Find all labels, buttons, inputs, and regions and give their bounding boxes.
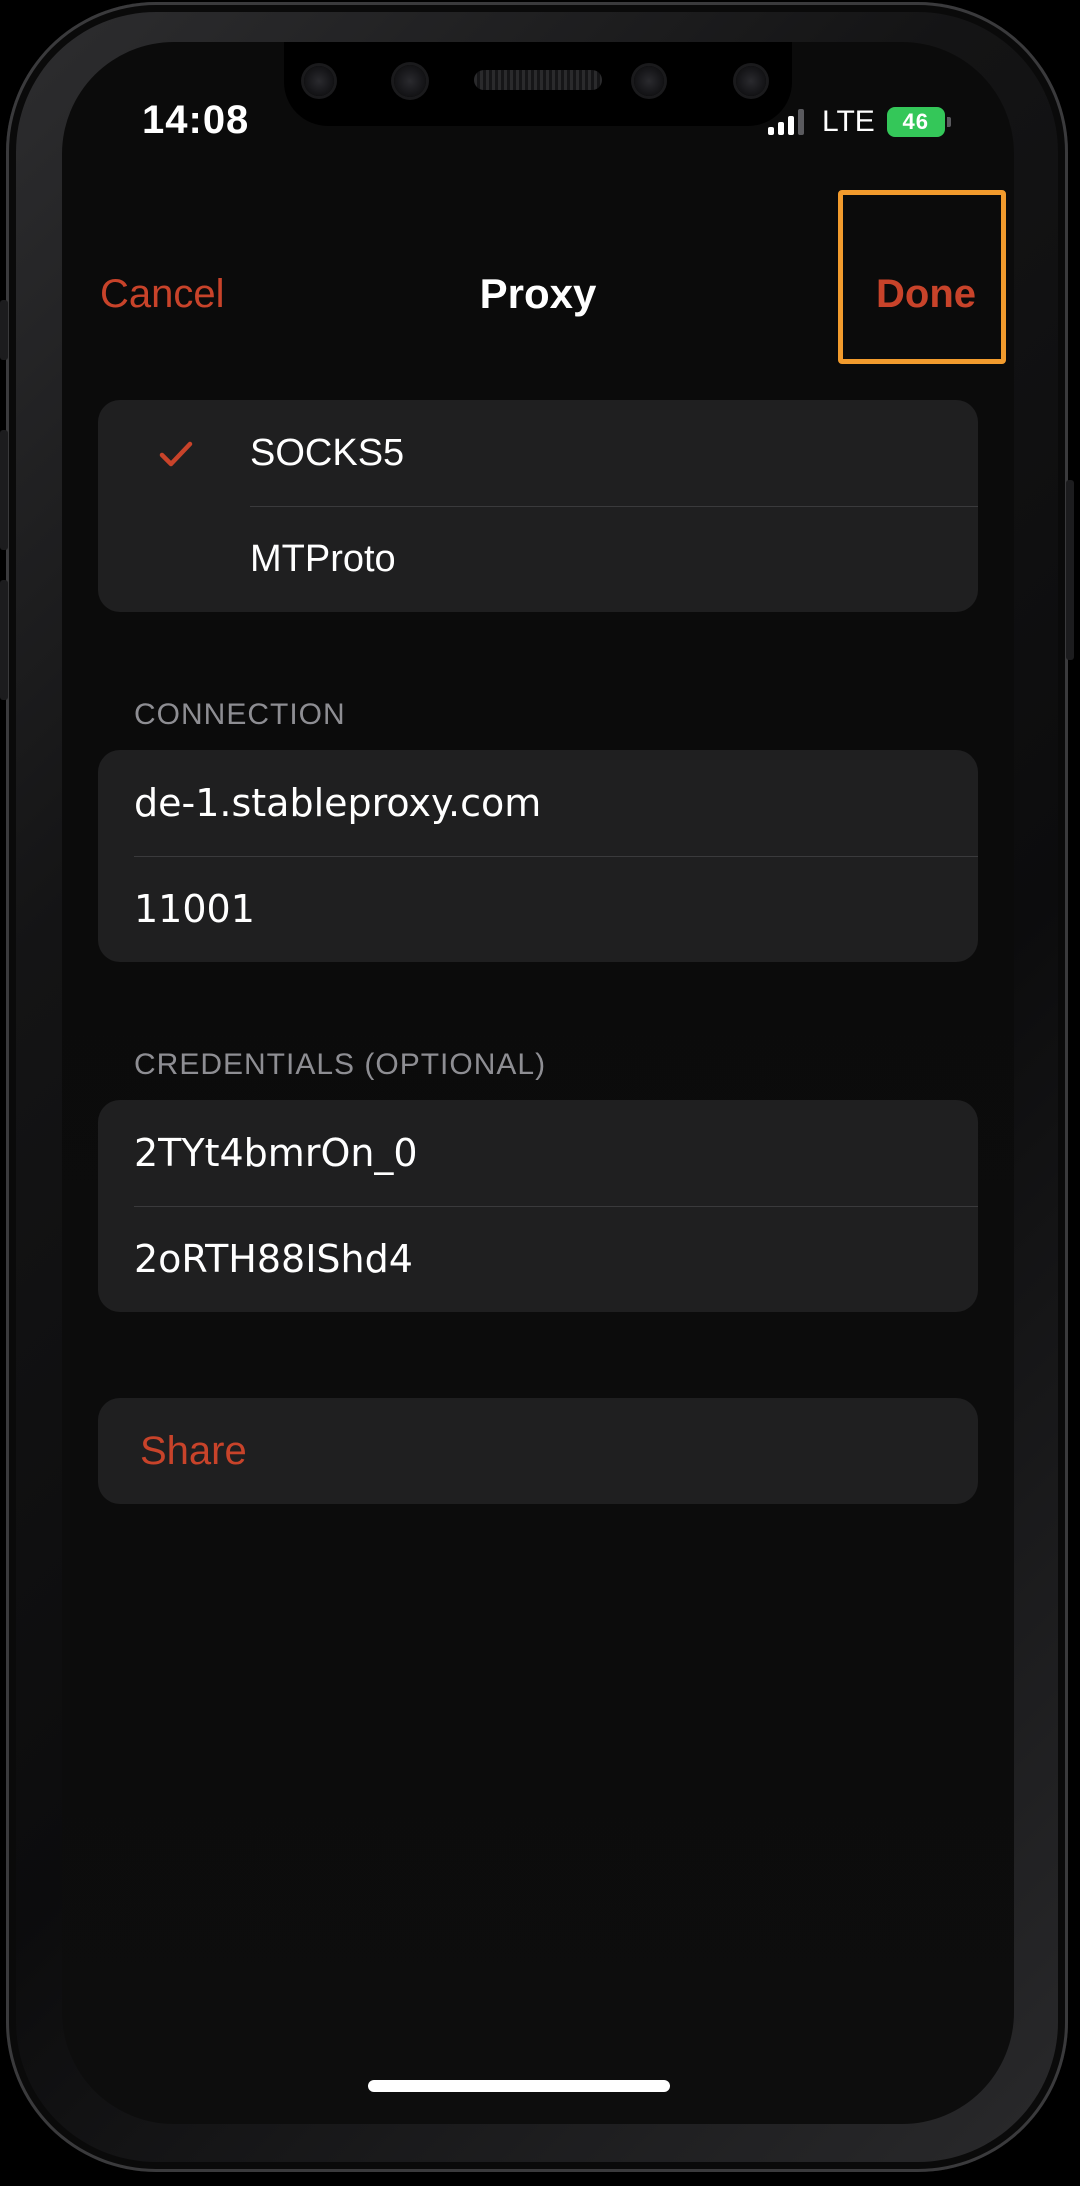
screen: 14:08 LTE 46 Cancel Proxy Done SOCKS5 MT… [62, 42, 1014, 2124]
proxy-type-socks5[interactable]: SOCKS5 [98, 400, 978, 506]
share-button[interactable]: Share [98, 1398, 978, 1504]
network-type: LTE [822, 105, 875, 138]
volume-up-button [0, 430, 8, 550]
battery-level: 46 [902, 109, 930, 134]
checkmark-icon [159, 441, 193, 467]
proxy-type-label: SOCKS5 [250, 431, 405, 474]
signal-strength-icon [768, 109, 804, 135]
port-field[interactable]: 11001 [98, 856, 978, 962]
sensor-dot [394, 65, 426, 97]
done-button[interactable]: Done [876, 272, 976, 317]
proxy-type-mtproto[interactable]: MTProto [98, 506, 978, 612]
server-value: de-1.stableproxy.com [134, 781, 542, 825]
battery-icon: 46 [886, 107, 951, 137]
connection-group: de-1.stableproxy.com 11001 [98, 750, 978, 962]
port-value: 11001 [134, 887, 255, 931]
proxy-type-list: SOCKS5 MTProto [98, 400, 978, 612]
credentials-section-header: CREDENTIALS (OPTIONAL) [134, 1048, 547, 1081]
home-indicator[interactable] [368, 2080, 670, 2092]
credentials-group: 2TYt4bmrOn_0 2oRTH88IShd4 [98, 1100, 978, 1312]
sensor-dot [736, 66, 766, 96]
device-stage: 14:08 LTE 46 Cancel Proxy Done SOCKS5 MT… [0, 0, 1080, 2186]
notch [284, 42, 792, 126]
status-time: 14:08 [142, 98, 250, 142]
earpiece-speaker [474, 70, 602, 90]
server-field[interactable]: de-1.stableproxy.com [98, 750, 978, 856]
username-value: 2TYt4bmrOn_0 [134, 1131, 418, 1175]
connection-section-header: CONNECTION [134, 698, 346, 731]
username-field[interactable]: 2TYt4bmrOn_0 [98, 1100, 978, 1206]
volume-down-button [0, 580, 8, 700]
mute-switch [0, 300, 8, 360]
proxy-type-label: MTProto [250, 537, 396, 580]
share-group: Share [98, 1398, 978, 1504]
front-camera [634, 66, 664, 96]
sensor-dot [304, 66, 334, 96]
password-value: 2oRTH88IShd4 [134, 1237, 413, 1281]
status-indicators: LTE 46 [768, 102, 951, 142]
share-label: Share [140, 1428, 247, 1473]
password-field[interactable]: 2oRTH88IShd4 [98, 1206, 978, 1312]
power-button [1066, 480, 1074, 660]
